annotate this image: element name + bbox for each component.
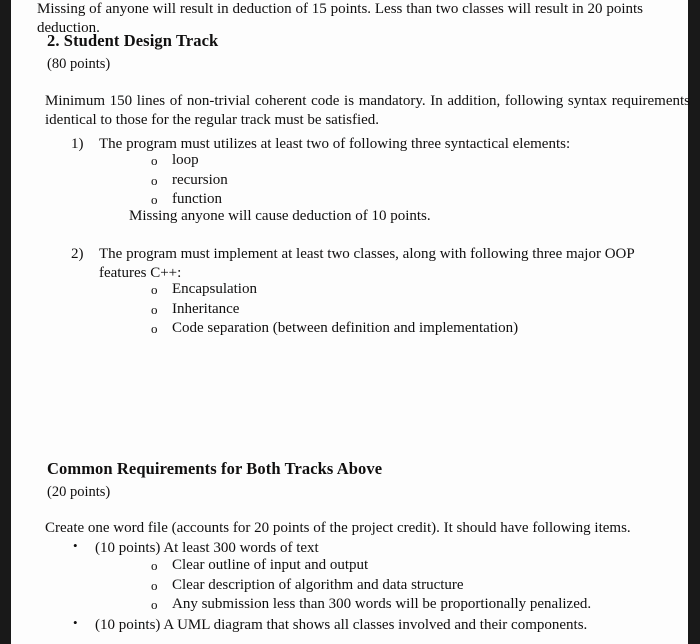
- hollow-circle-bullet-icon: o: [151, 282, 158, 297]
- filled-bullet-icon: •: [73, 538, 78, 553]
- hollow-circle-bullet-icon: o: [151, 321, 158, 336]
- section-1-intro-paragraph: Minimum 150 lines of non-trivial coheren…: [45, 93, 690, 129]
- hollow-circle-bullet-icon: o: [151, 301, 158, 317]
- hollow-circle-bullet-icon: o: [151, 558, 158, 573]
- numbered-item-2: 2) The program must implement at least t…: [71, 245, 683, 283]
- bulleted-item-2-text: (10 points) A UML diagram that shows all…: [95, 617, 588, 633]
- section-2-points: (20 points): [47, 484, 111, 500]
- sub-list-label: loop: [172, 152, 199, 168]
- filled-bullet-icon: •: [73, 615, 78, 630]
- section-1-points: (80 points): [47, 56, 111, 72]
- sub-list-label: Clear description of algorithm and data …: [172, 576, 464, 593]
- bulleted-item-1: • (10 points) At least 300 words of text: [73, 538, 319, 557]
- hollow-circle-bullet-icon: o: [151, 153, 158, 168]
- numbered-item-1-note: Missing anyone will cause deduction of 1…: [129, 208, 431, 224]
- hollow-circle-bullet-icon: o: [151, 172, 158, 188]
- bulleted-item-2: • (10 points) A UML diagram that shows a…: [73, 615, 588, 634]
- sub-list-label: function: [172, 191, 222, 207]
- hollow-circle-bullet-icon: o: [151, 597, 158, 612]
- sub-list-label: Encapsulation: [172, 281, 257, 297]
- sub-list-label: Inheritance: [172, 300, 240, 317]
- sub-list-label: Clear outline of input and output: [172, 557, 369, 573]
- page-left-edge-band: [0, 0, 11, 644]
- scanned-document-page: 2. Student Design Track (80 points) Mini…: [0, 0, 700, 644]
- hollow-circle-bullet-icon: o: [151, 192, 158, 207]
- hollow-circle-bullet-icon: o: [151, 577, 158, 593]
- numbered-item-2-marker: 2): [71, 246, 84, 262]
- bulleted-item-1-text: (10 points) At least 300 words of text: [95, 540, 319, 556]
- numbered-item-2-text: The program must implement at least two …: [99, 246, 635, 282]
- sub-list-label: recursion: [172, 171, 228, 188]
- sub-list-label: Any submission less than 300 words will …: [172, 596, 592, 612]
- section-2-heading: Common Requirements for Both Tracks Abov…: [47, 459, 383, 478]
- document-content: 2. Student Design Track (80 points) Mini…: [37, 0, 690, 644]
- section-1-heading: 2. Student Design Track: [47, 31, 219, 50]
- sub-list-label: Code separation (between definition and …: [172, 320, 519, 336]
- section-2-intro-paragraph: Create one word file (accounts for 20 po…: [45, 520, 631, 536]
- numbered-item-1-marker: 1): [71, 136, 84, 152]
